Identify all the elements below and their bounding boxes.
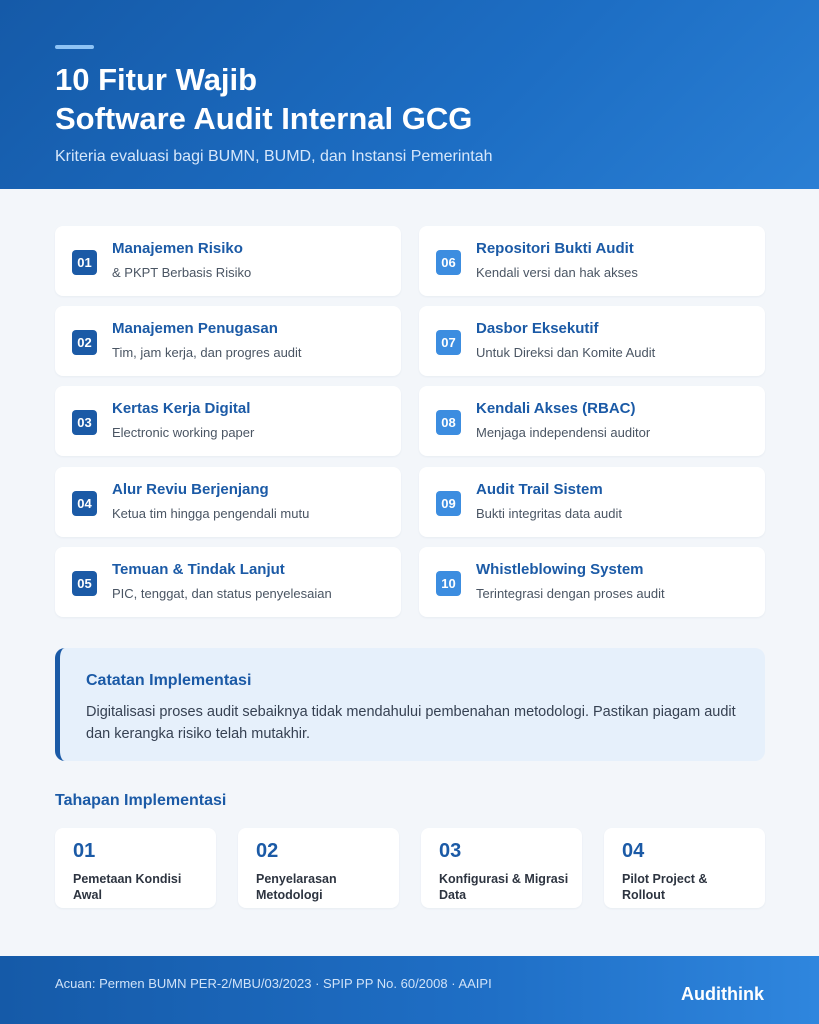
feature-card-01: 01 Manajemen Risiko & PKPT Berbasis Risi…	[55, 226, 401, 296]
feature-title: Repositori Bukti Audit	[476, 240, 634, 257]
feature-description: Menjaga independensi auditor	[476, 425, 651, 440]
feature-number-badge: 04	[72, 491, 97, 516]
feature-title: Alur Reviu Berjenjang	[112, 481, 269, 498]
step-card-03: 03 Konfigurasi & Migrasi Data	[421, 828, 582, 908]
feature-description: Ketua tim hingga pengendali mutu	[112, 506, 310, 521]
footer-reference: Acuan: Permen BUMN PER-2/MBU/03/2023 · S…	[55, 976, 492, 991]
implementation-note: Catatan Implementasi Digitalisasi proses…	[55, 648, 765, 761]
feature-description: Untuk Direksi dan Komite Audit	[476, 345, 656, 360]
feature-card-09: 09 Audit Trail Sistem Bukti integritas d…	[419, 467, 765, 537]
brand-logo: Audithink	[681, 984, 764, 1004]
feature-title: Kertas Kerja Digital	[112, 400, 251, 417]
feature-description: Bukti integritas data audit	[476, 506, 622, 521]
feature-card-03: 03 Kertas Kerja Digital Electronic worki…	[55, 386, 401, 456]
note-body: Digitalisasi proses audit sebaiknya tida…	[86, 704, 736, 742]
feature-card-04: 04 Alur Reviu Berjenjang Ketua tim hingg…	[55, 467, 401, 537]
feature-number-badge: 10	[436, 571, 461, 596]
page-footer: Acuan: Permen BUMN PER-2/MBU/03/2023 · S…	[0, 956, 819, 1024]
step-card-02: 02 Penyelarasan Metodologi	[238, 828, 399, 908]
feature-description: Tim, jam kerja, dan progres audit	[112, 345, 302, 360]
page-header: 10 Fitur Wajib Software Audit Internal G…	[0, 0, 819, 189]
feature-description: & PKPT Berbasis Risiko	[112, 265, 252, 280]
feature-number-badge: 06	[436, 250, 461, 275]
feature-number-badge: 09	[436, 491, 461, 516]
feature-title: Dasbor Eksekutif	[476, 320, 599, 337]
feature-title: Manajemen Risiko	[112, 240, 243, 257]
feature-number-badge: 03	[72, 410, 97, 435]
title-line-1: 10 Fitur Wajib	[55, 62, 258, 97]
feature-description: Terintegrasi dengan proses audit	[476, 586, 665, 601]
feature-card-05: 05 Temuan & Tindak Lanjut PIC, tenggat, …	[55, 547, 401, 617]
feature-card-06: 06 Repositori Bukti Audit Kendali versi …	[419, 226, 765, 296]
feature-number-badge: 02	[72, 330, 97, 355]
feature-card-08: 08 Kendali Akses (RBAC) Menjaga independ…	[419, 386, 765, 456]
note-title: Catatan Implementasi	[86, 672, 252, 689]
feature-description: Electronic working paper	[112, 425, 255, 440]
step-label: Pemetaan Kondisi Awal	[73, 872, 182, 902]
feature-title: Temuan & Tindak Lanjut	[112, 561, 285, 578]
feature-title: Manajemen Penugasan	[112, 320, 278, 337]
step-number: 04	[622, 840, 645, 862]
feature-card-02: 02 Manajemen Penugasan Tim, jam kerja, d…	[55, 306, 401, 376]
feature-number-badge: 01	[72, 250, 97, 275]
steps-heading: Tahapan Implementasi	[55, 792, 227, 809]
feature-number-badge: 08	[436, 410, 461, 435]
feature-description: PIC, tenggat, dan status penyelesaian	[112, 586, 332, 601]
feature-title: Whistleblowing System	[476, 561, 644, 578]
feature-number-badge: 07	[436, 330, 461, 355]
title-line-2: Software Audit Internal GCG	[55, 101, 473, 136]
step-label: Konfigurasi & Migrasi Data	[439, 872, 569, 902]
step-number: 01	[73, 840, 96, 862]
feature-title: Kendali Akses (RBAC)	[476, 400, 636, 417]
feature-description: Kendali versi dan hak akses	[476, 265, 638, 280]
step-label: Pilot Project & Rollout	[622, 872, 708, 902]
feature-number-badge: 05	[72, 571, 97, 596]
page-subtitle: Kriteria evaluasi bagi BUMN, BUMD, dan I…	[55, 148, 493, 165]
step-card-04: 04 Pilot Project & Rollout	[604, 828, 765, 908]
header-accent-bar	[55, 45, 94, 49]
step-number: 03	[439, 840, 462, 862]
step-number: 02	[256, 840, 279, 862]
step-label: Penyelarasan Metodologi	[256, 872, 337, 902]
feature-card-07: 07 Dasbor Eksekutif Untuk Direksi dan Ko…	[419, 306, 765, 376]
step-card-01: 01 Pemetaan Kondisi Awal	[55, 828, 216, 908]
feature-title: Audit Trail Sistem	[476, 481, 603, 498]
feature-card-10: 10 Whistleblowing System Terintegrasi de…	[419, 547, 765, 617]
page-title: 10 Fitur Wajib Software Audit Internal G…	[55, 60, 472, 138]
